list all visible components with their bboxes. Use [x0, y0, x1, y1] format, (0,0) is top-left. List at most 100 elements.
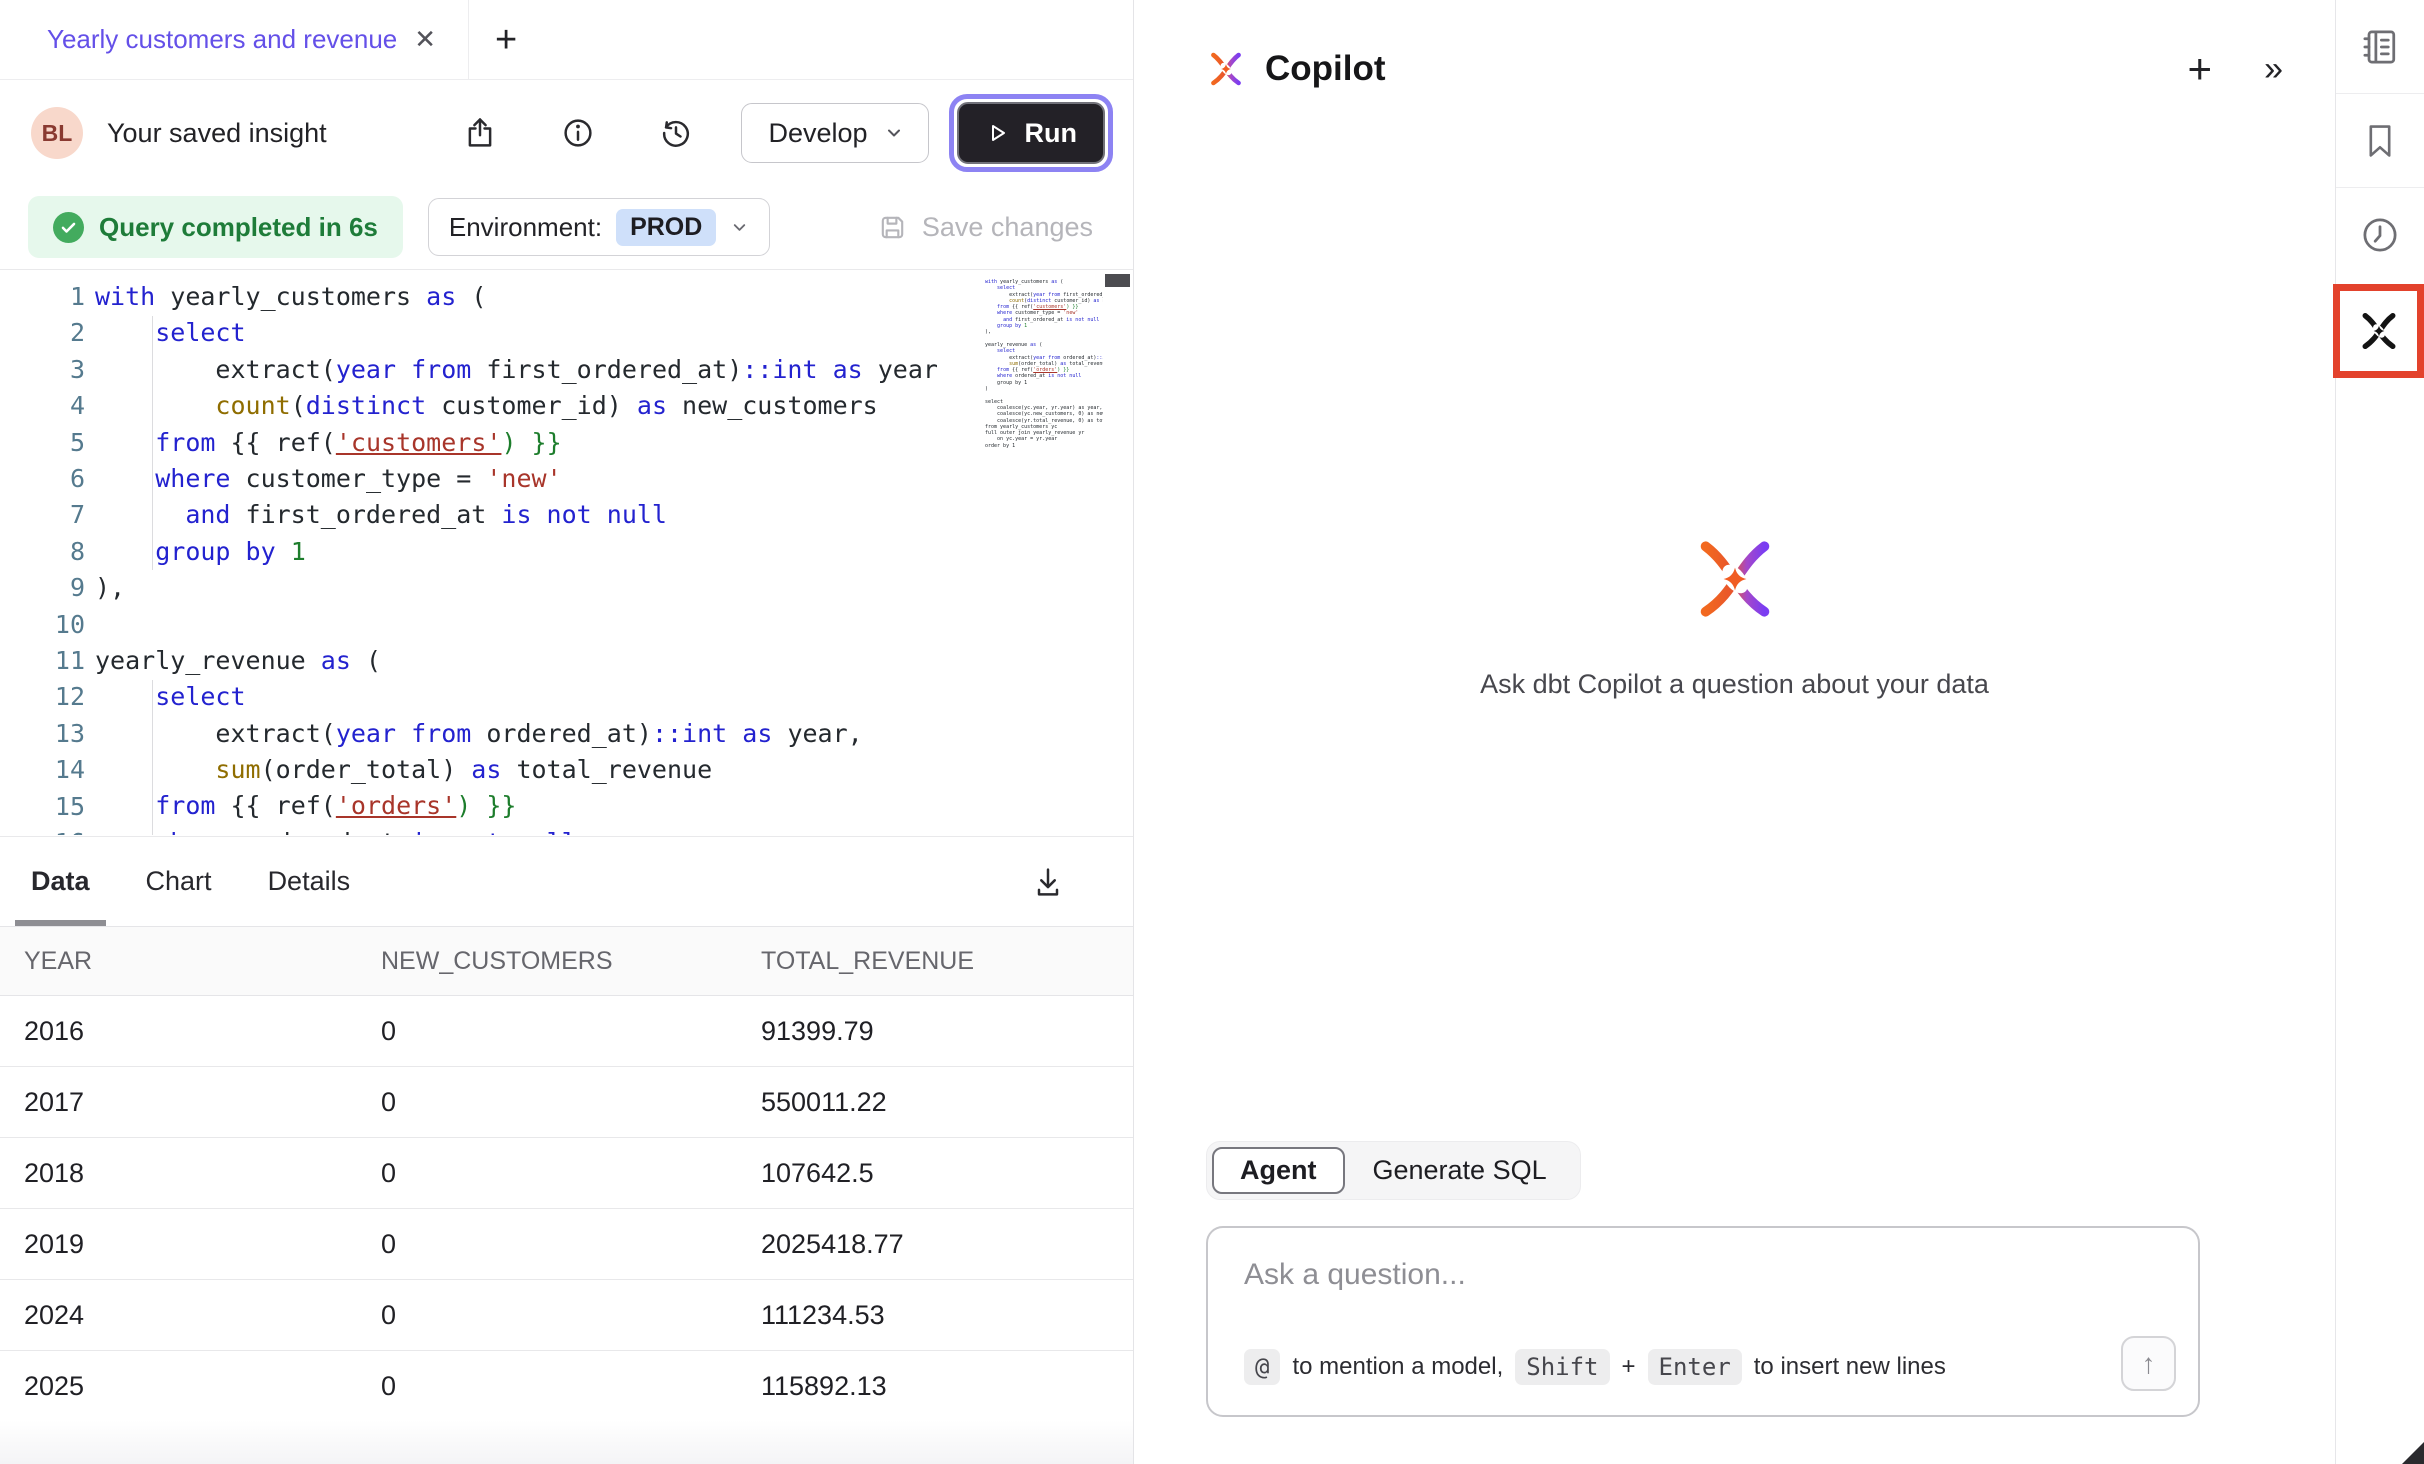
code-token[interactable]: 'customers' — [336, 428, 502, 457]
table-cell: 2025418.77 — [761, 1209, 1133, 1280]
code-line: with yearly_customers as ( — [95, 279, 938, 315]
code-token — [95, 318, 155, 347]
editor-scrollbar-thumb[interactable] — [1105, 274, 1130, 287]
code-line: extract(year from ordered_at)::int as ye… — [95, 716, 938, 752]
code-token: ) }} — [1057, 367, 1069, 373]
code-token[interactable]: 'orders' — [1033, 367, 1057, 373]
table-row[interactable]: 20240111234.53 — [0, 1280, 1133, 1351]
close-tab-icon[interactable]: ✕ — [408, 22, 442, 57]
save-changes-button[interactable]: Save changes — [877, 212, 1093, 243]
copilot-header: Copilot + » — [1134, 0, 2335, 90]
code-token: total_revenue — [501, 755, 712, 784]
environment-dropdown[interactable]: Environment: PROD — [428, 198, 770, 256]
indent-guide — [152, 316, 153, 570]
collapse-panel-icon[interactable]: » — [2264, 50, 2279, 89]
code-line: from {{ ref('customers') }} — [95, 425, 938, 461]
code-token: total_revenue — [1066, 361, 1103, 367]
code-token: ), — [95, 573, 125, 602]
table-row[interactable]: 201902025418.77 — [0, 1209, 1133, 1280]
code-token: customer_type = — [230, 464, 486, 493]
run-button[interactable]: Run — [957, 102, 1105, 164]
results-panel: DataChartDetails YEARNEW_CUSTOMERSTOTAL_… — [0, 836, 1133, 1464]
history-icon[interactable] — [658, 115, 694, 151]
code-token — [818, 355, 833, 384]
sql-editor[interactable]: 12345678910111213141516 with yearly_cust… — [0, 269, 1133, 835]
code-token: year — [1033, 292, 1045, 298]
table-cell: 2018 — [0, 1138, 381, 1209]
input-hint: @to mention a model,Shift+Enterto insert… — [1244, 1349, 1946, 1385]
code-token — [985, 285, 997, 291]
code-token: first_ordered_at — [230, 500, 501, 529]
editor-code[interactable]: with yearly_customers as ( select extrac… — [95, 279, 938, 835]
mode-generate-sql[interactable]: Generate SQL — [1345, 1147, 1575, 1194]
copilot-empty-state: Ask dbt Copilot a question about your da… — [1134, 530, 2335, 700]
code-token: count — [215, 391, 290, 420]
code-token — [985, 323, 997, 329]
table-cell: 91399.79 — [761, 996, 1133, 1067]
copilot-empty-text: Ask dbt Copilot a question about your da… — [1134, 669, 2335, 700]
new-chat-button[interactable]: + — [2188, 48, 2213, 90]
line-number: 2 — [0, 315, 85, 351]
line-number: 16 — [0, 825, 85, 835]
code-token: sum — [215, 755, 260, 784]
table-cell: 107642.5 — [761, 1138, 1133, 1209]
code-token: count — [1009, 298, 1024, 304]
query-status-badge: Query completed in 6s — [28, 196, 403, 258]
code-token: first_ordered_at) — [471, 355, 742, 384]
kbd-shift: Shift — [1515, 1349, 1609, 1385]
hint-text: + — [1622, 1353, 1636, 1381]
send-button[interactable]: ↑ — [2121, 1336, 2176, 1391]
results-tab-chart[interactable]: Chart — [146, 837, 212, 926]
code-token: year — [863, 355, 938, 384]
code-token: ::int — [652, 719, 727, 748]
tab-bar: Yearly customers and revenue ✕ + — [0, 0, 1133, 80]
sidebar-item-history[interactable] — [2336, 188, 2424, 281]
code-token: from — [1048, 355, 1060, 361]
tab-yearly-customers-and-revenue[interactable]: Yearly customers and revenue ✕ — [0, 0, 469, 79]
code-token: (order_total) — [261, 755, 472, 784]
results-tab-details[interactable]: Details — [268, 837, 351, 926]
info-icon[interactable] — [560, 115, 596, 151]
code-token — [95, 537, 155, 566]
line-number: 14 — [0, 752, 85, 788]
share-icon[interactable] — [462, 115, 498, 151]
code-token: where — [997, 310, 1012, 316]
insight-title: Your saved insight — [107, 118, 327, 149]
code-token: year — [336, 355, 396, 384]
new-tab-button[interactable]: + — [495, 21, 517, 59]
column-header: TOTAL_REVENUE — [761, 927, 1133, 996]
code-token: customer_type = — [1012, 310, 1063, 316]
code-token[interactable]: 'customers' — [1033, 304, 1066, 310]
results-tab-data[interactable]: Data — [31, 837, 90, 926]
download-icon[interactable] — [1030, 864, 1066, 900]
avatar[interactable]: BL — [31, 107, 83, 159]
toolbar: BL Your saved insight Develop Run — [0, 80, 1133, 186]
code-token: as — [637, 391, 667, 420]
code-token: ), — [985, 329, 991, 335]
editor-scrollbar[interactable] — [1104, 270, 1131, 835]
sidebar-item-copilot[interactable] — [2333, 284, 2424, 378]
develop-dropdown[interactable]: Develop — [741, 103, 928, 163]
code-token[interactable]: 'orders' — [336, 791, 456, 820]
table-cell: 0 — [381, 1280, 761, 1351]
results-footer — [0, 1420, 1133, 1464]
sidebar-item-notebook[interactable] — [2336, 0, 2424, 94]
environment-label: Environment: — [449, 212, 602, 243]
code-token — [985, 367, 997, 373]
sidebar-item-bookmarks[interactable] — [2336, 94, 2424, 188]
table-cell: 115892.13 — [761, 1351, 1133, 1422]
chevron-down-icon — [730, 218, 749, 237]
copilot-question-input[interactable]: Ask a question... @to mention a model,Sh… — [1206, 1226, 2200, 1417]
code-token — [985, 317, 1003, 323]
code-token — [396, 355, 411, 384]
chevron-down-icon — [884, 123, 904, 143]
code-line: sum(order_total) as total_revenue — [95, 752, 938, 788]
table-row[interactable]: 20170550011.22 — [0, 1067, 1133, 1138]
code-token: select — [997, 348, 1015, 354]
editor-minimap[interactable]: with yearly_customers as ( select extrac… — [985, 279, 1103, 449]
line-number: 12 — [0, 679, 85, 715]
table-row[interactable]: 2016091399.79 — [0, 996, 1133, 1067]
mode-agent[interactable]: Agent — [1212, 1147, 1345, 1194]
table-row[interactable]: 20250115892.13 — [0, 1351, 1133, 1422]
table-row[interactable]: 20180107642.5 — [0, 1138, 1133, 1209]
